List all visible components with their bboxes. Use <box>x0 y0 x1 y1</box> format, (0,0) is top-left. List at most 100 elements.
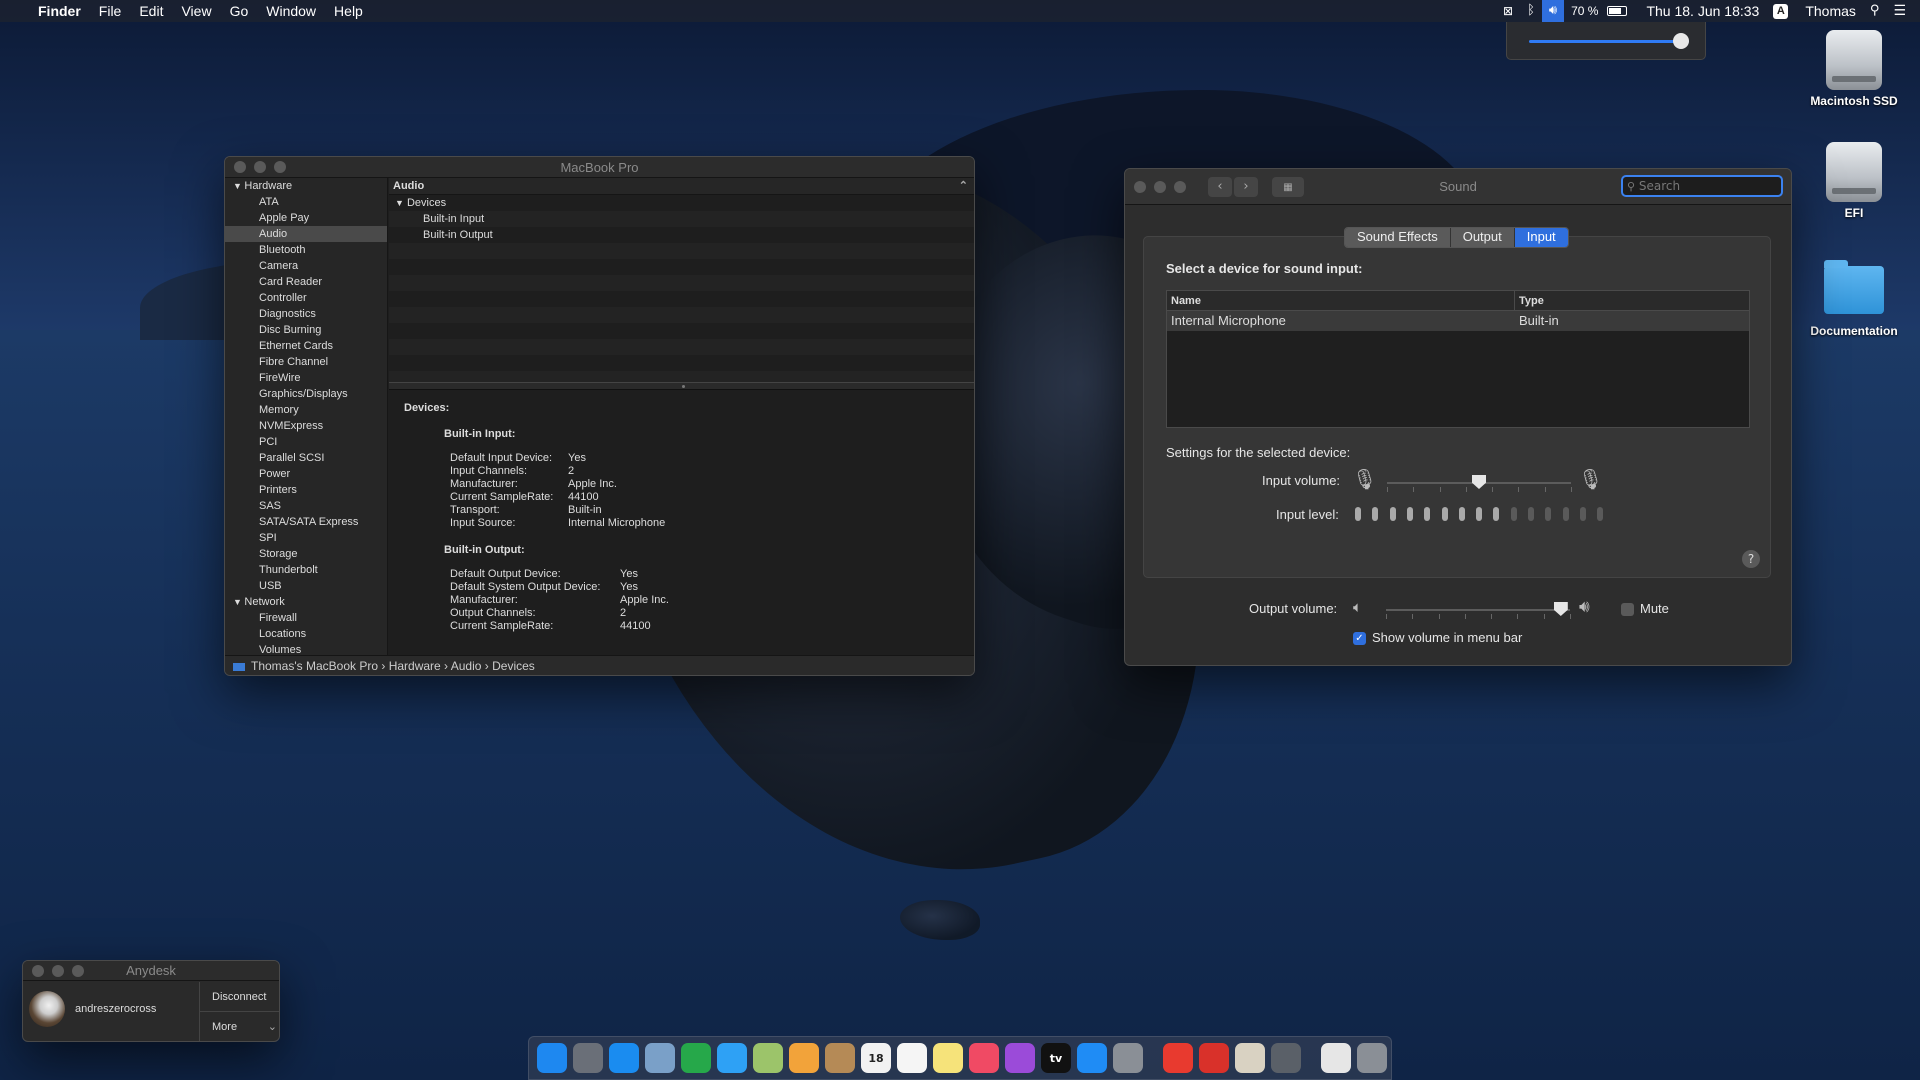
sidebar-item-controller[interactable]: Controller <box>225 290 387 306</box>
sidebar-item-fibre-channel[interactable]: Fibre Channel <box>225 354 387 370</box>
sidebar-item-card-reader[interactable]: Card Reader <box>225 274 387 290</box>
messages-icon[interactable] <box>717 1043 747 1073</box>
maps-icon[interactable] <box>753 1043 783 1073</box>
close-button[interactable] <box>1134 180 1146 193</box>
launchpad-icon[interactable] <box>573 1043 603 1073</box>
automator-icon[interactable] <box>1271 1043 1301 1073</box>
sidebar-item-sata-sata-express[interactable]: SATA/SATA Express <box>225 514 387 530</box>
list-item[interactable]: Built-in Input <box>389 211 974 227</box>
breadcrumb-item[interactable]: Audio <box>451 659 482 673</box>
close-button[interactable] <box>32 964 44 977</box>
sidebar-item-locations[interactable]: Locations <box>225 626 387 642</box>
desktop-icon-efi[interactable]: EFI <box>1794 142 1914 220</box>
sidebar-item-sas[interactable]: SAS <box>225 498 387 514</box>
sidebar-item-nvmexpress[interactable]: NVMExpress <box>225 418 387 434</box>
sidebar-item-parallel-scsi[interactable]: Parallel SCSI <box>225 450 387 466</box>
bluetooth-icon[interactable]: ᛒ <box>1520 0 1542 22</box>
sidebar-item-apple-pay[interactable]: Apple Pay <box>225 210 387 226</box>
facetime-icon[interactable] <box>681 1043 711 1073</box>
spotlight-search-icon[interactable]: ⚲ <box>1863 0 1887 22</box>
help-button[interactable]: ? <box>1742 550 1760 568</box>
calendar-icon[interactable]: 18 <box>861 1043 891 1073</box>
show-volume-checkbox[interactable]: ✓ <box>1353 632 1366 645</box>
table-row[interactable]: Internal Microphone Built-in <box>1167 311 1749 331</box>
input-volume-thumb[interactable] <box>1472 475 1486 489</box>
tab-output[interactable]: Output <box>1450 228 1515 247</box>
list-group-row[interactable]: ▼ Devices <box>389 195 974 211</box>
sidebar-item-memory[interactable]: Memory <box>225 402 387 418</box>
input-source-icon[interactable]: A <box>1766 3 1795 19</box>
volume-slider[interactable] <box>1529 40 1689 43</box>
sidebar-item-storage[interactable]: Storage <box>225 546 387 562</box>
window-titlebar[interactable]: MacBook Pro <box>225 157 974 178</box>
sidebar-item-usb[interactable]: USB <box>225 578 387 594</box>
window-titlebar[interactable]: ‹ › ▦ Sound ⚲ Search <box>1125 169 1791 205</box>
menu-window[interactable]: Window <box>257 0 325 22</box>
script-editor-icon[interactable] <box>1235 1043 1265 1073</box>
reminders-icon[interactable] <box>897 1043 927 1073</box>
sidebar-item-graphics-displays[interactable]: Graphics/Displays <box>225 386 387 402</box>
sidebar-item-audio[interactable]: Audio <box>225 226 387 242</box>
volume-menu-icon[interactable]: 🔊︎ <box>1541 0 1565 22</box>
disclosure-triangle-icon[interactable]: ▼ <box>233 597 244 607</box>
sidebar-item-spi[interactable]: SPI <box>225 530 387 546</box>
anydesk-icon[interactable] <box>1163 1043 1193 1073</box>
column-header-name[interactable]: Name <box>1167 291 1515 310</box>
tab-input[interactable]: Input <box>1514 228 1568 247</box>
photos-icon[interactable] <box>789 1043 819 1073</box>
menu-file[interactable]: File <box>90 0 131 22</box>
appletv-icon[interactable]: tv <box>1041 1043 1071 1073</box>
breadcrumb-item[interactable]: Thomas's MacBook Pro <box>251 659 378 673</box>
sort-chevron-icon[interactable]: ⌃ <box>959 178 968 195</box>
disclosure-triangle-icon[interactable]: ▼ <box>233 181 244 191</box>
finder-icon[interactable] <box>537 1043 567 1073</box>
music-icon[interactable] <box>969 1043 999 1073</box>
mute-checkbox[interactable] <box>1621 603 1634 616</box>
breadcrumb-item[interactable]: Hardware <box>389 659 441 673</box>
search-input[interactable]: ⚲ Search <box>1621 175 1783 197</box>
menu-edit[interactable]: Edit <box>130 0 172 22</box>
trash-icon[interactable] <box>1357 1043 1387 1073</box>
menu-view[interactable]: View <box>172 0 220 22</box>
menu-go[interactable]: Go <box>221 0 258 22</box>
notification-center-icon[interactable]: ☰ <box>1886 0 1920 22</box>
sidebar-group[interactable]: ▼ Network <box>225 594 387 610</box>
battery-icon[interactable] <box>1600 6 1634 16</box>
sidebar-item-camera[interactable]: Camera <box>225 258 387 274</box>
sidebar-item-firewire[interactable]: FireWire <box>225 370 387 386</box>
back-button[interactable]: ‹ <box>1208 176 1232 197</box>
sidebar-item-thunderbolt[interactable]: Thunderbolt <box>225 562 387 578</box>
sidebar-item-pci[interactable]: PCI <box>225 434 387 450</box>
notes-icon[interactable] <box>933 1043 963 1073</box>
more-button[interactable]: More ⌄ <box>200 1012 279 1041</box>
sidebar-item-disc-burning[interactable]: Disc Burning <box>225 322 387 338</box>
zoom-button[interactable] <box>72 964 84 977</box>
output-volume-slider[interactable] <box>1386 609 1570 611</box>
sidebar-item-volumes[interactable]: Volumes <box>225 642 387 656</box>
disclosure-triangle-icon[interactable]: ▼ <box>395 198 404 208</box>
sidebar-item-bluetooth[interactable]: Bluetooth <box>225 242 387 258</box>
contacts-icon[interactable] <box>825 1043 855 1073</box>
sidebar-item-power[interactable]: Power <box>225 466 387 482</box>
zoom-button[interactable] <box>1174 180 1186 193</box>
minimize-button[interactable] <box>254 161 266 173</box>
list-header[interactable]: Audio ⌃ <box>389 178 974 195</box>
sidebar-item-ata[interactable]: ATA <box>225 194 387 210</box>
split-view-divider[interactable] <box>389 382 974 390</box>
breadcrumb-item[interactable]: Devices <box>492 659 535 673</box>
close-button[interactable] <box>234 161 246 173</box>
disconnect-button[interactable]: Disconnect <box>200 982 279 1012</box>
preview-icon[interactable] <box>645 1043 675 1073</box>
clock[interactable]: Thu 18. Jun 18:33 <box>1634 0 1766 22</box>
tab-sound-effects[interactable]: Sound Effects <box>1345 228 1451 247</box>
appstore-icon[interactable] <box>1077 1043 1107 1073</box>
sidebar-item-firewall[interactable]: Firewall <box>225 610 387 626</box>
podcasts-icon[interactable] <box>1005 1043 1035 1073</box>
menu-help[interactable]: Help <box>325 0 372 22</box>
system-preferences-icon[interactable] <box>1113 1043 1143 1073</box>
sidebar-group[interactable]: ▼ Hardware <box>225 178 387 194</box>
output-volume-thumb[interactable] <box>1553 602 1568 616</box>
activity-monitor-icon[interactable]: ⊠ <box>1496 0 1520 22</box>
document-icon[interactable] <box>1321 1043 1351 1073</box>
sidebar-item-diagnostics[interactable]: Diagnostics <box>225 306 387 322</box>
